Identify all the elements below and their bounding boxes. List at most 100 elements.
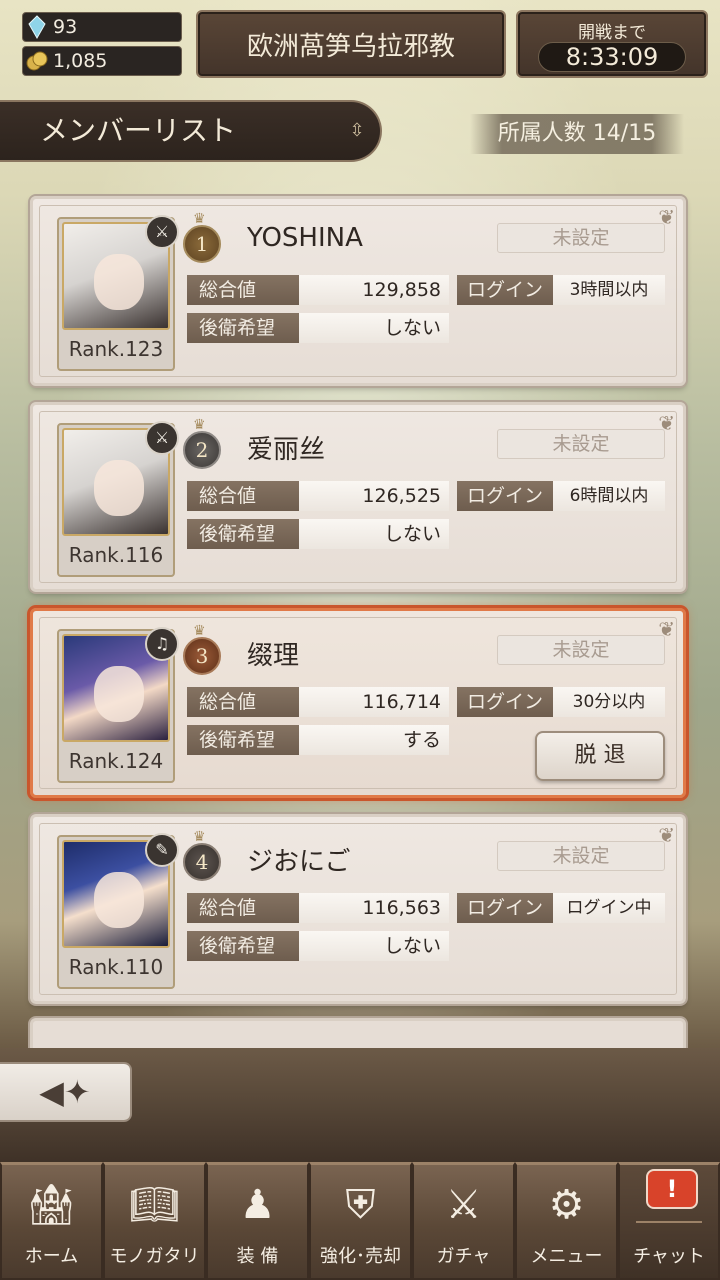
- nav-enhance[interactable]: ⛨ 強化･売却: [309, 1162, 412, 1280]
- member-name: YOSHINA: [247, 223, 363, 253]
- nav-equip[interactable]: ♟ 装 備: [206, 1162, 309, 1280]
- total-label: 総合値: [187, 275, 299, 305]
- castle-icon: 🏰︎: [26, 1182, 77, 1228]
- sword-icon: ⚔: [145, 215, 179, 249]
- nav-menu[interactable]: ⚙ メニュー: [515, 1162, 618, 1280]
- total-value: 129,858: [299, 275, 449, 305]
- nav-chat-label: チャット: [633, 1246, 705, 1267]
- chat-divider: [636, 1221, 702, 1223]
- login-value: ログイン中: [553, 893, 665, 923]
- total-label: 総合値: [187, 687, 299, 717]
- book-icon: 📖︎: [129, 1182, 180, 1228]
- rear-value: しない: [299, 931, 449, 961]
- war-label: 開戦まで: [578, 23, 646, 43]
- nav-story[interactable]: 📖︎ モノガタリ: [103, 1162, 206, 1280]
- member-card[interactable]: ❦ ⚔ Rank.116 ♛ 2 爱丽丝 未設定 総合値 126,525 ログイ…: [30, 402, 686, 592]
- harp-icon: ♫: [145, 627, 179, 661]
- avatar[interactable]: ♫ Rank.124: [57, 627, 179, 783]
- rear-label: 後衛希望: [187, 313, 299, 343]
- back-arrow-icon: ◀✦: [39, 1073, 91, 1111]
- role-tag: 未設定: [497, 841, 665, 871]
- helmet-icon: ⛨: [345, 1182, 376, 1228]
- nav-chat[interactable]: ! チャット: [618, 1162, 720, 1280]
- crystal-icon: [28, 15, 46, 39]
- nav-gacha-label: ガチャ: [436, 1246, 491, 1267]
- member-card[interactable]: ❦ ⚔ Rank.123 ♛ 1 YOSHINA 未設定 総合値 129,858…: [30, 196, 686, 386]
- gold-value: 1,085: [53, 50, 108, 72]
- puppet-icon: ♟: [239, 1182, 276, 1228]
- login-label: ログイン: [457, 481, 553, 511]
- rear-row: 後衛希望 する: [187, 725, 449, 755]
- staff-icon: ✎: [145, 833, 179, 867]
- total-row: 総合値 116,714: [187, 687, 449, 717]
- gold-coin-icon: [26, 51, 48, 71]
- role-tag: 未設定: [497, 635, 665, 665]
- back-button[interactable]: ◀✦: [0, 1062, 132, 1122]
- avatar[interactable]: ✎ Rank.110: [57, 833, 179, 989]
- total-label: 総合値: [187, 481, 299, 511]
- crystal-value: 93: [53, 16, 78, 38]
- nav-home-label: ホーム: [24, 1246, 79, 1267]
- rear-row: 後衛希望 しない: [187, 313, 449, 343]
- total-value: 126,525: [299, 481, 449, 511]
- leave-guild-button[interactable]: 脱 退: [535, 731, 665, 781]
- rank-badge: 1: [183, 225, 221, 263]
- rear-label: 後衛希望: [187, 931, 299, 961]
- bottom-nav: 🏰︎ ホーム 📖︎ モノガタリ ♟ 装 備 ⛨ 強化･売却 ⚔ ガチャ ⚙ メニ…: [0, 1162, 720, 1280]
- login-label: ログイン: [457, 275, 553, 305]
- total-value: 116,563: [299, 893, 449, 923]
- guild-member-screen: 93 1,085 欧洲萵笋乌拉邪教 開戦まで 8:33:09 メンバーリスト ⇳…: [0, 0, 720, 1280]
- total-row: 総合値 129,858: [187, 275, 449, 305]
- login-row: ログイン 3時間以内: [457, 275, 665, 305]
- rear-row: 後衛希望 しない: [187, 931, 449, 961]
- sword-icon: ⚔: [145, 421, 179, 455]
- avatar[interactable]: ⚔ Rank.116: [57, 421, 179, 577]
- member-count: 所属人数 14/15: [470, 114, 684, 154]
- crossed-swords-icon: ⚔: [445, 1182, 482, 1228]
- gold-counter: 1,085: [22, 46, 182, 76]
- member-list-header: メンバーリスト ⇳: [0, 100, 382, 162]
- role-tag: 未設定: [497, 223, 665, 253]
- rank-label: Rank.110: [68, 955, 164, 979]
- rank-label: Rank.116: [68, 543, 164, 567]
- nav-home[interactable]: 🏰︎ ホーム: [0, 1162, 103, 1280]
- total-value: 116,714: [299, 687, 449, 717]
- rear-label: 後衛希望: [187, 519, 299, 549]
- rank-label: Rank.124: [68, 749, 164, 773]
- nav-gacha[interactable]: ⚔ ガチャ: [412, 1162, 515, 1280]
- list-title: メンバーリスト: [40, 114, 237, 147]
- rank-badge: 3: [183, 637, 221, 675]
- member-name: ジおにご: [247, 847, 351, 877]
- rank-badge: 2: [183, 431, 221, 469]
- total-row: 総合値 116,563: [187, 893, 449, 923]
- login-row: ログイン ログイン中: [457, 893, 665, 923]
- rank-label: Rank.123: [68, 337, 164, 361]
- member-card-self[interactable]: ❦ ♫ Rank.124 ♛ 3 缀理 未設定 総合値 116,714 ログイン…: [30, 608, 686, 798]
- login-row: ログイン 6時間以内: [457, 481, 665, 511]
- rear-value: する: [299, 725, 449, 755]
- login-value: 6時間以内: [553, 481, 665, 511]
- rank-badge: 4: [183, 843, 221, 881]
- war-timer: 8:33:09: [538, 42, 686, 72]
- sort-icon[interactable]: ⇳: [346, 116, 368, 146]
- nav-enhance-label: 強化･売却: [320, 1246, 401, 1267]
- member-name: 缀理: [247, 641, 300, 671]
- nav-menu-label: メニュー: [530, 1246, 603, 1267]
- guild-name: 欧洲萵笋乌拉邪教: [196, 10, 506, 78]
- login-value: 30分以内: [553, 687, 665, 717]
- login-value: 3時間以内: [553, 275, 665, 305]
- role-tag: 未設定: [497, 429, 665, 459]
- nav-story-label: モノガタリ: [109, 1246, 200, 1267]
- login-row: ログイン 30分以内: [457, 687, 665, 717]
- nav-equip-label: 装 備: [236, 1246, 279, 1267]
- rear-row: 後衛希望 しない: [187, 519, 449, 549]
- login-label: ログイン: [457, 687, 553, 717]
- total-label: 総合値: [187, 893, 299, 923]
- gears-icon: ⚙: [548, 1182, 585, 1228]
- member-card[interactable]: ❦ ✎ Rank.110 ♛ 4 ジおにご 未設定 総合値 116,563 ログ…: [30, 814, 686, 1004]
- login-label: ログイン: [457, 893, 553, 923]
- rear-label: 後衛希望: [187, 725, 299, 755]
- rear-value: しない: [299, 519, 449, 549]
- avatar[interactable]: ⚔ Rank.123: [57, 215, 179, 371]
- crystal-counter: 93: [22, 12, 182, 42]
